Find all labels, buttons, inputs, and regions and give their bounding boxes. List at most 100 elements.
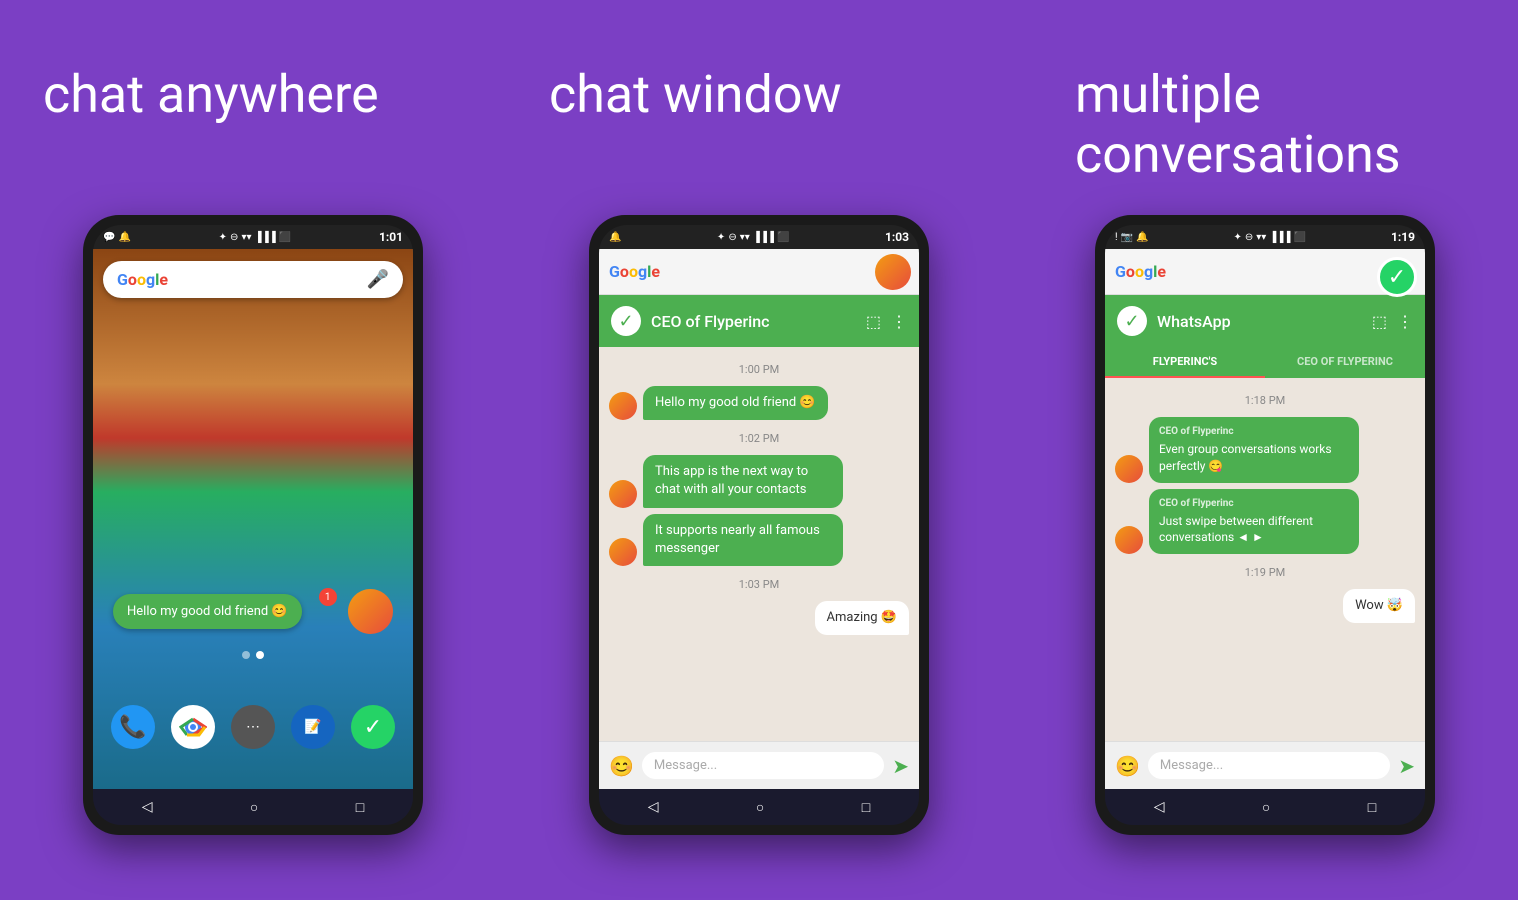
bubble-3: It supports nearly all famous messenger [643, 514, 843, 566]
message-input-2[interactable]: Message... [642, 752, 884, 779]
google-bar-3: Google ✓ [1105, 249, 1425, 295]
alarm-icon: 🔔 [118, 232, 130, 243]
recents-btn-1[interactable]: □ [356, 799, 364, 816]
phone-dock-icon[interactable]: 📞 [111, 705, 155, 749]
bubble-1: Hello my good old friend 😊 [643, 386, 828, 420]
back-btn-1[interactable]: ◁ [142, 799, 153, 815]
google-search-bar[interactable]: Google 🎤 [103, 261, 403, 298]
notification-badge: 1 [319, 588, 337, 606]
signal-icon-3: ▐▐▐ [1269, 232, 1290, 243]
open-external-icon-2[interactable]: ⬚ [866, 312, 881, 331]
chrome-dock-icon[interactable] [171, 705, 215, 749]
message-input-3[interactable]: Message... [1148, 752, 1390, 779]
timestamp-m2: 1:19 PM [1115, 566, 1415, 579]
dnd-icon-2: ⊖ [728, 232, 736, 243]
tab-ceo-flyperinc[interactable]: CEO OF FLYPERINC [1265, 347, 1425, 378]
msg-row-m3: Wow 🤯 [1343, 589, 1415, 623]
chat-messages-3: 1:18 PM CEO of Flyperinc Even group conv… [1105, 378, 1425, 741]
status-icons-left-3: ! 📷 🔔 [1115, 232, 1148, 243]
chat-input-bar-2: 😊 Message... ➤ [599, 741, 919, 789]
back-btn-3[interactable]: ◁ [1154, 799, 1165, 815]
msg-row-m1: CEO of Flyperinc Even group conversation… [1115, 417, 1359, 483]
home-btn-3[interactable]: ○ [1262, 799, 1270, 816]
signal-dot-3: ! [1115, 232, 1118, 243]
alarm-icon-3: 🔔 [1136, 232, 1148, 243]
timestamp-2: 1:02 PM [609, 432, 909, 445]
emoji-btn-3[interactable]: 😊 [1115, 754, 1140, 778]
msg-row-4: Amazing 🤩 [815, 601, 909, 635]
whatsapp-icon-3: ✓ [1117, 306, 1147, 336]
avatar-1 [609, 392, 637, 420]
phone-3: ! 📷 🔔 ✦ ⊖ ▾▾ ▐▐▐ ⬛ 1:19 Google ✓ [1095, 215, 1435, 835]
send-btn-3[interactable]: ➤ [1398, 754, 1415, 778]
recents-btn-3[interactable]: □ [1368, 799, 1376, 816]
status-bar-3: ! 📷 🔔 ✦ ⊖ ▾▾ ▐▐▐ ⬛ 1:19 [1105, 225, 1425, 249]
status-icons-left-2: 🔔 [609, 232, 621, 243]
chat-contact-name-2: CEO of Flyperinc [651, 312, 856, 331]
open-external-icon-3[interactable]: ⬚ [1372, 312, 1387, 331]
nav-bar-3: ◁ ○ □ [1105, 789, 1425, 825]
bubble-4: Amazing 🤩 [815, 601, 909, 635]
chat-header-actions-3: ⬚ ⋮ [1372, 312, 1413, 331]
section-title-1: chat anywhere [13, 65, 493, 195]
bubble-2: This app is the next way to chat with al… [643, 455, 843, 507]
battery-icon: ⬛ [279, 232, 291, 243]
battery-icon-2: ⬛ [777, 232, 789, 243]
bubble-sender-m2: CEO of Flyperinc [1159, 497, 1349, 511]
home-btn-1[interactable]: ○ [250, 799, 258, 816]
clock-2: 1:03 [885, 230, 909, 244]
send-btn-2[interactable]: ➤ [892, 754, 909, 778]
bubble-m3: Wow 🤯 [1343, 589, 1415, 623]
whatsapp-status-icon: 💬 [103, 232, 115, 243]
home-btn-2[interactable]: ○ [756, 799, 764, 816]
emoji-btn-2[interactable]: 😊 [609, 754, 634, 778]
whatsapp-icon-2: ✓ [611, 306, 641, 336]
section-chat-window: chat window 🔔 ✦ ⊖ ▾▾ ▐▐▐ ⬛ 1:03 [519, 65, 999, 835]
phone-1: 💬 🔔 ✦ ⊖ ▾▾ ▐▐▐ ⬛ 1:01 Google [83, 215, 423, 835]
nav-bar-1: ◁ ○ □ [93, 789, 413, 825]
tab-flyperinc[interactable]: FLYPERINC'S [1105, 347, 1265, 378]
contact-photo-home [348, 589, 393, 634]
section-chat-anywhere: chat anywhere 💬 🔔 ✦ ⊖ ▾▾ ▐▐▐ ⬛ 1:01 [13, 65, 493, 835]
page-indicator [242, 651, 264, 659]
google-logo: Google [117, 270, 168, 289]
status-icons-right-3: ✦ ⊖ ▾▾ ▐▐▐ ⬛ [1233, 232, 1306, 243]
timestamp-3: 1:03 PM [609, 578, 909, 591]
bubble-text-m1: Even group conversations works perfectly… [1159, 442, 1332, 473]
wifi-icon: ▾▾ [241, 232, 251, 243]
section-title-3: multipleconversations [1025, 65, 1505, 195]
msg-row-2: This app is the next way to chat with al… [609, 455, 843, 507]
chat-contact-name-3: WhatsApp [1157, 312, 1362, 331]
google-logo-2: Google [609, 262, 660, 281]
avatar-m1 [1115, 455, 1143, 483]
more-options-icon-2[interactable]: ⋮ [891, 312, 907, 331]
bluetooth-icon: ✦ [219, 232, 227, 243]
msg-row-1: Hello my good old friend 😊 [609, 386, 828, 420]
dot-2 [256, 651, 264, 659]
whatsapp-dock-icon[interactable]: ✓ [351, 705, 395, 749]
home-screen: Google 🎤 Hello my good old friend 😊 1 📞 [93, 249, 413, 789]
recents-btn-2[interactable]: □ [862, 799, 870, 816]
signal-icon-2: ▐▐▐ [753, 232, 774, 243]
dot-1 [242, 651, 250, 659]
chat-screen-2: 1:00 PM Hello my good old friend 😊 1:02 … [599, 347, 919, 789]
apps-dock-icon[interactable]: ⋯ [231, 705, 275, 749]
clock-1: 1:01 [379, 230, 403, 244]
bubble-sender-m1: CEO of Flyperinc [1159, 425, 1349, 439]
more-options-icon-3[interactable]: ⋮ [1397, 312, 1413, 331]
bubble-m2: CEO of Flyperinc Just swipe between diff… [1149, 489, 1359, 555]
avatar-2 [609, 480, 637, 508]
section-title-2: chat window [519, 65, 999, 195]
signal-icon: ▐▐▐ [254, 232, 275, 243]
back-btn-2[interactable]: ◁ [648, 799, 659, 815]
whatsapp-bubble-3: ✓ [1377, 257, 1417, 297]
status-icons-left-1: 💬 🔔 [103, 232, 131, 243]
dnd-icon-3: ⊖ [1245, 232, 1253, 243]
profile-thumb-2 [875, 254, 911, 290]
avatar-3 [609, 538, 637, 566]
chat-messages-2: 1:00 PM Hello my good old friend 😊 1:02 … [599, 347, 919, 741]
chat-header-actions-2: ⬚ ⋮ [866, 312, 907, 331]
chat-input-bar-3: 😊 Message... ➤ [1105, 741, 1425, 789]
mic-icon[interactable]: 🎤 [367, 269, 389, 290]
notes-dock-icon[interactable]: 📝 [291, 705, 335, 749]
